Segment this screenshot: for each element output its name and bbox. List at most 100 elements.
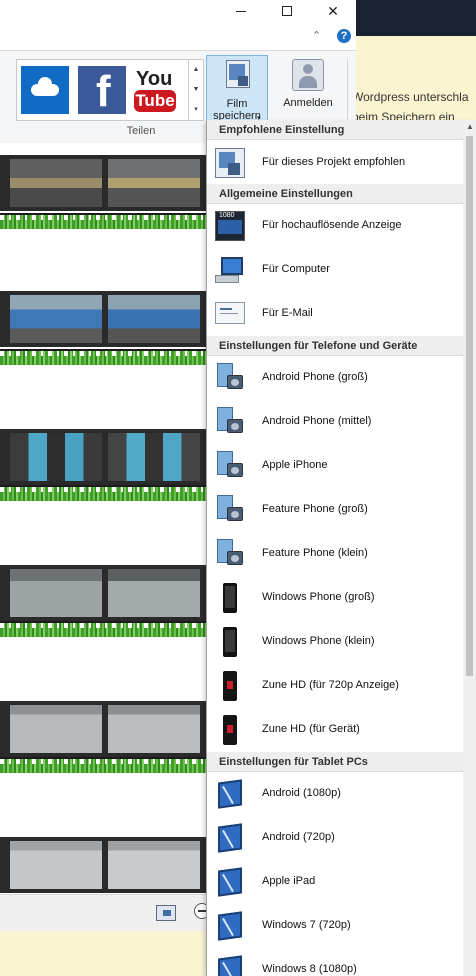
clip-thumbnail [10,569,102,617]
icon-part [231,467,239,474]
onedrive-icon[interactable] [21,66,69,114]
icon-part [225,586,235,608]
icon-part [231,379,239,386]
film-speichern-label-line1: Film [226,98,248,110]
youtube-icon[interactable]: You Tube [134,66,182,114]
menu-item-apple-iphone[interactable]: Apple iPhone [207,444,463,488]
menu-item-recommended[interactable]: Für dieses Projekt empfohlen [207,141,463,185]
waveform-edge [0,759,206,764]
minus-shape [198,910,206,912]
menu-item-hd-display[interactable]: 1080 Für hochauflösende Anzeige [207,204,463,248]
menu-section-header: Einstellungen für Tablet PCs [207,752,463,772]
icon-tag: 1080 [219,212,235,219]
waveform-edge [0,623,206,628]
menu-item-label: Android (1080p) [262,787,341,799]
menu-item-email[interactable]: Für E-Mail [207,292,463,336]
icon-part [231,555,239,562]
background-window-bottom [0,931,206,976]
status-bar [0,894,210,931]
video-clip[interactable] [0,701,206,757]
menu-item-android-phone-large[interactable]: Android Phone (groß) [207,356,463,400]
phone-camera-icon [215,495,245,525]
waveform-edge [0,487,206,492]
phone-camera-icon [215,451,245,481]
audio-track[interactable] [0,757,206,775]
clip-thumbnail [10,159,102,207]
anmelden-button[interactable]: Anmelden [278,55,338,125]
scrollbar-thumb[interactable] [466,136,473,676]
menu-item-label: Apple iPhone [262,459,328,471]
menu-scrollbar[interactable]: ▲ [463,120,476,976]
user-icon [292,59,324,91]
tablet-icon [215,955,245,976]
menu-item-label: Windows Phone (klein) [262,635,375,647]
video-clip[interactable] [0,291,206,347]
menu-item-android-1080p[interactable]: Android (1080p) [207,772,463,816]
menu-item-apple-ipad[interactable]: Apple iPad [207,860,463,904]
video-clip[interactable] [0,565,206,621]
hd-display-icon: 1080 [215,211,245,241]
video-clip[interactable] [0,155,206,211]
menu-item-windows-7-720p[interactable]: Windows 7 (720p) [207,904,463,948]
minimize-button[interactable] [218,0,264,24]
menu-item-windows-phone-small[interactable]: Windows Phone (klein) [207,620,463,664]
maximize-icon [282,6,292,16]
menu-item-zune-hd-device[interactable]: Zune HD (für Gerät) [207,708,463,752]
close-button[interactable]: ✕ [310,0,356,24]
anmelden-label: Anmelden [283,97,333,109]
gallery-scroll-buttons[interactable]: ▲ ▼ ▾ [188,59,204,121]
menu-item-windows-8-1080p[interactable]: Windows 8 (1080p) [207,948,463,976]
disk-shape [238,76,248,86]
menu-item-feature-phone-small[interactable]: Feature Phone (klein) [207,532,463,576]
audio-track[interactable] [0,621,206,639]
save-movie-icon [226,60,250,88]
menu-item-computer[interactable]: Für Computer [207,248,463,292]
clip-thumbnail [10,841,102,889]
audio-track[interactable] [0,349,206,367]
scroll-up-icon[interactable]: ▲ [466,122,474,131]
youtube-text-you: You [136,68,173,90]
thumbnail-size-inner [163,910,171,916]
thumbnail-size-icon[interactable] [156,905,176,921]
menu-section-header: Empfohlene Einstellung [207,120,463,140]
menu-item-windows-phone-large[interactable]: Windows Phone (groß) [207,576,463,620]
menu-section-header: Einstellungen für Telefone und Geräte [207,336,463,356]
menu-item-feature-phone-large[interactable]: Feature Phone (groß) [207,488,463,532]
video-clip[interactable] [0,837,206,893]
maximize-button[interactable] [264,0,310,24]
clip-thumbnail [108,705,200,753]
collapse-ribbon-icon[interactable]: ⌃ [312,31,324,42]
video-clip[interactable] [0,429,206,485]
icon-part [231,423,239,430]
email-icon [215,302,245,324]
clip-thumbnail [108,569,200,617]
icon-part [220,313,238,314]
ribbon-tab-row [0,24,356,50]
menu-item-zune-hd-720p[interactable]: Zune HD (für 720p Anzeige) [207,664,463,708]
menu-item-label: Android Phone (groß) [262,371,368,383]
menu-item-label: Apple iPad [262,875,316,887]
menu-item-android-phone-medium[interactable]: Android Phone (mittel) [207,400,463,444]
computer-icon [215,255,245,285]
menu-item-label: Windows 7 (720p) [262,919,351,931]
menu-item-label: Zune HD (für Gerät) [262,723,360,735]
tablet-icon [215,823,245,853]
menu-item-android-720p[interactable]: Android (720p) [207,816,463,860]
icon-part [218,220,242,234]
facebook-icon[interactable]: f [78,66,126,116]
audio-track[interactable] [0,213,206,231]
tablet-icon [215,867,245,897]
minimize-icon [236,11,246,12]
zune-icon [215,671,245,701]
windows-phone-icon [215,627,245,657]
clip-thumbnail [108,433,200,481]
audio-track[interactable] [0,485,206,503]
film-speichern-menu: Empfohlene Einstellung Für dieses Projek… [206,120,476,976]
menu-item-label: Feature Phone (groß) [262,503,368,515]
help-icon[interactable]: ? [337,29,351,43]
storyboard-timeline[interactable] [0,143,206,894]
share-gallery: f You Tube [16,59,189,121]
clip-thumbnail [10,433,102,481]
phone-camera-icon [215,363,245,393]
icon-part [228,163,240,175]
